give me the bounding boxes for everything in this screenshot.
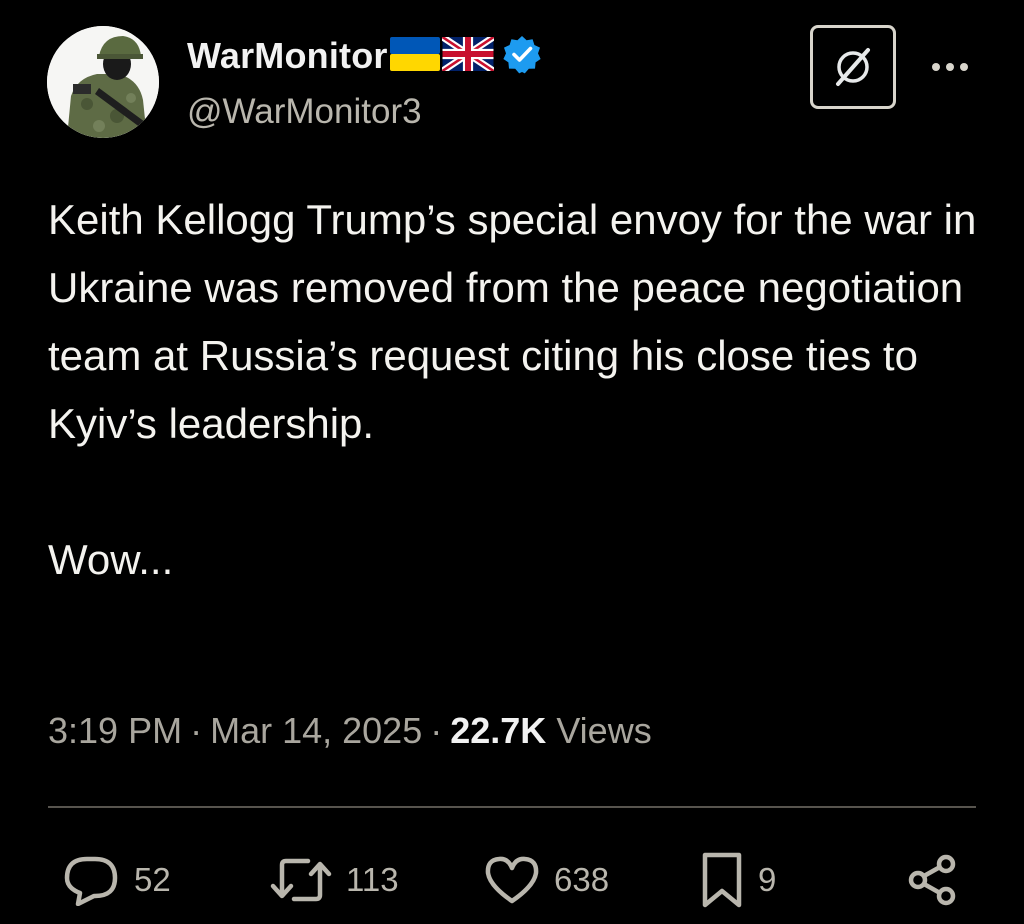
like-count: 638 [554, 861, 610, 898]
post-paragraph: Wow... [48, 536, 174, 583]
action-bar: 52 113 638 9 [0, 846, 1024, 914]
soldier-avatar-image [47, 26, 159, 138]
repost-button[interactable]: 113 [270, 846, 399, 914]
post-meta: 3:19 PM · Mar 14, 2025 · 22.7K Views [48, 710, 652, 752]
more-dots-icon [932, 63, 968, 71]
post-time[interactable]: 3:19 PM [48, 710, 182, 751]
repost-count: 113 [346, 861, 399, 898]
grok-slash-icon [836, 48, 870, 86]
bookmark-button[interactable]: 9 [700, 846, 776, 914]
meta-separator: · [430, 710, 443, 751]
reply-icon [64, 856, 118, 906]
reply-count: 52 [134, 861, 171, 898]
avatar[interactable] [47, 26, 159, 138]
repost-icon [270, 858, 332, 902]
share-icon [908, 854, 956, 906]
ukraine-flag-icon [389, 36, 440, 76]
meta-separator: · [190, 710, 203, 751]
views-label: Views [556, 710, 652, 751]
like-button[interactable]: 638 [484, 846, 609, 914]
grok-button[interactable] [810, 25, 896, 109]
display-name[interactable]: WarMonitor [187, 35, 388, 77]
share-button[interactable] [906, 846, 960, 914]
bookmark-count: 9 [758, 861, 777, 898]
verified-badge-icon [502, 34, 542, 79]
handle[interactable]: @WarMonitor3 [187, 92, 422, 132]
post-date[interactable]: Mar 14, 2025 [210, 710, 422, 751]
post-text: Keith Kellogg Trump’s special envoy for … [48, 186, 978, 594]
heart-icon [485, 856, 539, 904]
views-count: 22.7K [450, 710, 547, 751]
uk-flag-icon [440, 33, 496, 76]
post-paragraph: Keith Kellogg Trump’s special envoy for … [48, 196, 977, 447]
bookmark-icon [702, 852, 742, 908]
more-options-button[interactable] [928, 52, 972, 82]
divider [48, 806, 976, 808]
display-name-row[interactable]: WarMonitor [187, 30, 542, 82]
reply-button[interactable]: 52 [62, 846, 171, 914]
post: WarMonitor @WarMonitor3 Keith Kellogg Tr… [0, 0, 1024, 924]
